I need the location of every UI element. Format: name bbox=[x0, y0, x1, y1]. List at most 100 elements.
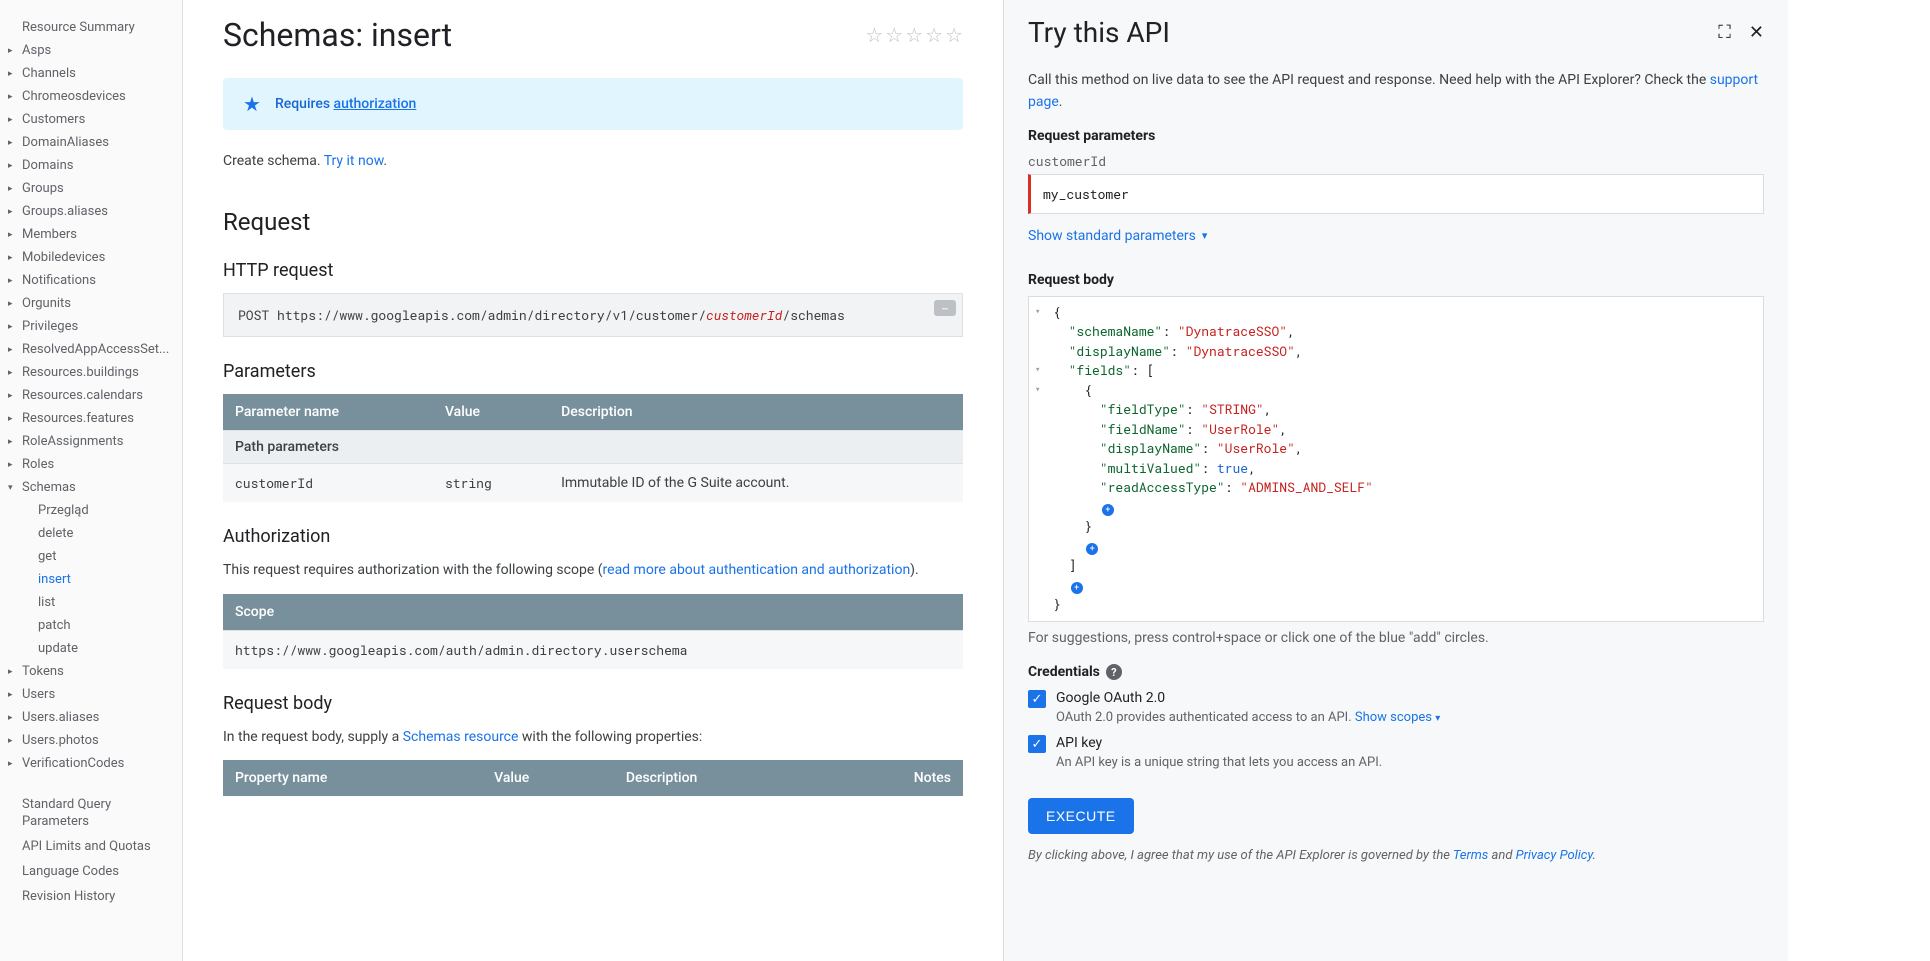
request-body-label: Request body bbox=[1028, 272, 1764, 288]
authorization-heading: Authorization bbox=[223, 526, 963, 547]
requires-auth-text: Requires authorization bbox=[275, 96, 416, 112]
nav-item-members[interactable]: Members bbox=[0, 223, 182, 246]
request-parameters-label: Request parameters bbox=[1028, 128, 1764, 144]
param-name-cell: customerId bbox=[223, 464, 433, 503]
param-type-cell: string bbox=[433, 464, 549, 503]
request-body-editor[interactable]: ▾{ "schemaName": "DynatraceSSO", "displa… bbox=[1028, 296, 1764, 622]
close-icon[interactable]: ✕ bbox=[1749, 22, 1764, 43]
nav-item-api-limits-and-quotas[interactable]: API Limits and Quotas bbox=[0, 835, 182, 860]
nav-item-revision-history[interactable]: Revision History bbox=[0, 885, 182, 910]
legal-text: By clicking above, I agree that my use o… bbox=[1028, 848, 1764, 863]
authorization-link[interactable]: authorization bbox=[334, 96, 417, 112]
nav-item-list[interactable]: list bbox=[0, 591, 182, 614]
nav-item-groups-aliases[interactable]: Groups.aliases bbox=[0, 200, 182, 223]
nav-item-privileges[interactable]: Privileges bbox=[0, 315, 182, 338]
nav-item-users-photos[interactable]: Users.photos bbox=[0, 729, 182, 752]
scope-table: Scope https://www.googleapis.com/auth/ad… bbox=[223, 594, 963, 669]
nav-item-delete[interactable]: delete bbox=[0, 522, 182, 545]
auth-readmore-link[interactable]: read more about authentication and autho… bbox=[603, 562, 911, 578]
nav-item-przegl-d[interactable]: Przegląd bbox=[0, 499, 182, 522]
nav-item-roles[interactable]: Roles bbox=[0, 453, 182, 476]
show-scopes-link[interactable]: Show scopes ▾ bbox=[1355, 710, 1440, 725]
nav-item-language-codes[interactable]: Language Codes bbox=[0, 860, 182, 885]
nav-item-resource-summary[interactable]: Resource Summary bbox=[0, 16, 182, 39]
param-customerid-input[interactable] bbox=[1028, 174, 1764, 214]
nav-item-domainaliases[interactable]: DomainAliases bbox=[0, 131, 182, 154]
nav-item-resources-features[interactable]: Resources.features bbox=[0, 407, 182, 430]
privacy-link[interactable]: Privacy Policy bbox=[1516, 848, 1593, 863]
nav-item-tokens[interactable]: Tokens bbox=[0, 660, 182, 683]
try-it-now-link[interactable]: Try it now bbox=[324, 153, 384, 169]
oauth-checkbox[interactable]: ✓ bbox=[1028, 690, 1046, 708]
nav-item-resolvedappaccessset-[interactable]: ResolvedAppAccessSet... bbox=[0, 338, 182, 361]
nav-item-users-aliases[interactable]: Users.aliases bbox=[0, 706, 182, 729]
http-request-heading: HTTP request bbox=[223, 260, 963, 281]
request-body-paragraph: In the request body, supply a Schemas re… bbox=[223, 726, 963, 748]
terms-link[interactable]: Terms bbox=[1453, 848, 1488, 863]
request-heading: Request bbox=[223, 208, 963, 236]
param-desc-cell: Immutable ID of the G Suite account. bbox=[549, 464, 963, 503]
credentials-label: Credentials? bbox=[1028, 664, 1764, 681]
sidebar-nav: Resource SummaryAspsChannelsChromeosdevi… bbox=[0, 0, 183, 961]
star-filled-icon: ★ bbox=[243, 92, 261, 116]
chevron-down-icon: ▾ bbox=[1202, 229, 1208, 242]
parameters-table: Parameter name Value Description Path pa… bbox=[223, 394, 963, 502]
col-description: Description bbox=[549, 394, 963, 431]
star-icon[interactable]: ☆ bbox=[905, 23, 923, 47]
show-standard-parameters[interactable]: Show standard parameters ▾ bbox=[1028, 228, 1207, 244]
col-value: Value bbox=[482, 760, 614, 796]
add-property-icon[interactable]: + bbox=[1071, 582, 1083, 594]
oauth-desc: OAuth 2.0 provides authenticated access … bbox=[1056, 710, 1764, 725]
parameters-heading: Parameters bbox=[223, 361, 963, 382]
nav-item-customers[interactable]: Customers bbox=[0, 108, 182, 131]
rating-stars[interactable]: ☆ ☆ ☆ ☆ ☆ bbox=[865, 23, 963, 47]
nav-item-patch[interactable]: patch bbox=[0, 614, 182, 637]
authorization-notice: ★ Requires authorization bbox=[223, 78, 963, 130]
nav-item-domains[interactable]: Domains bbox=[0, 154, 182, 177]
star-icon[interactable]: ☆ bbox=[945, 23, 963, 47]
star-icon[interactable]: ☆ bbox=[925, 23, 943, 47]
nav-item-channels[interactable]: Channels bbox=[0, 62, 182, 85]
nav-item-mobiledevices[interactable]: Mobiledevices bbox=[0, 246, 182, 269]
table-row: customerId string Immutable ID of the G … bbox=[223, 464, 963, 503]
nav-item-update[interactable]: update bbox=[0, 637, 182, 660]
star-icon[interactable]: ☆ bbox=[865, 23, 883, 47]
nav-item-notifications[interactable]: Notifications bbox=[0, 269, 182, 292]
scope-header: Scope bbox=[223, 594, 963, 631]
fullscreen-icon[interactable]: ⛶ bbox=[1718, 22, 1731, 43]
execute-button[interactable]: EXECUTE bbox=[1028, 798, 1134, 834]
nav-item-resources-buildings[interactable]: Resources.buildings bbox=[0, 361, 182, 384]
code-badge-icon[interactable]: ⋯ bbox=[934, 300, 956, 316]
nav-item-schemas[interactable]: Schemas bbox=[0, 476, 182, 499]
nav-item-roleassignments[interactable]: RoleAssignments bbox=[0, 430, 182, 453]
add-field-icon[interactable]: + bbox=[1102, 504, 1114, 516]
try-api-panel: Try this API ⛶ ✕ Call this method on liv… bbox=[1003, 0, 1788, 961]
auth-paragraph: This request requires authorization with… bbox=[223, 559, 963, 581]
nav-item-orgunits[interactable]: Orgunits bbox=[0, 292, 182, 315]
http-request-codeblock: POST https://www.googleapis.com/admin/di… bbox=[223, 293, 963, 337]
nav-item-get[interactable]: get bbox=[0, 545, 182, 568]
apikey-desc: An API key is a unique string that lets … bbox=[1056, 755, 1764, 770]
properties-table: Property name Value Description Notes bbox=[223, 760, 963, 796]
nav-item-groups[interactable]: Groups bbox=[0, 177, 182, 200]
add-array-item-icon[interactable]: + bbox=[1086, 543, 1098, 555]
nav-item-resources-calendars[interactable]: Resources.calendars bbox=[0, 384, 182, 407]
nav-item-users[interactable]: Users bbox=[0, 683, 182, 706]
oauth-label: Google OAuth 2.0 bbox=[1056, 690, 1764, 706]
editor-hint: For suggestions, press control+space or … bbox=[1028, 630, 1764, 646]
nav-item-standard-query-parameters[interactable]: Standard Query Parameters bbox=[0, 793, 182, 835]
col-desc: Description bbox=[614, 760, 827, 796]
scope-value: https://www.googleapis.com/auth/admin.di… bbox=[223, 630, 963, 669]
nav-item-verificationcodes[interactable]: VerificationCodes bbox=[0, 752, 182, 775]
try-api-title: Try this API bbox=[1028, 16, 1170, 49]
star-icon[interactable]: ☆ bbox=[885, 23, 903, 47]
page-title: Schemas: insert bbox=[223, 16, 452, 54]
schemas-resource-link[interactable]: Schemas resource bbox=[403, 729, 519, 745]
main-content: Schemas: insert ☆ ☆ ☆ ☆ ☆ ★ Requires aut… bbox=[183, 0, 1003, 961]
intro-paragraph: Create schema. Try it now. bbox=[223, 150, 963, 172]
nav-item-chromeosdevices[interactable]: Chromeosdevices bbox=[0, 85, 182, 108]
nav-item-asps[interactable]: Asps bbox=[0, 39, 182, 62]
apikey-checkbox[interactable]: ✓ bbox=[1028, 735, 1046, 753]
help-icon[interactable]: ? bbox=[1106, 664, 1122, 680]
nav-item-insert[interactable]: insert bbox=[0, 568, 182, 591]
